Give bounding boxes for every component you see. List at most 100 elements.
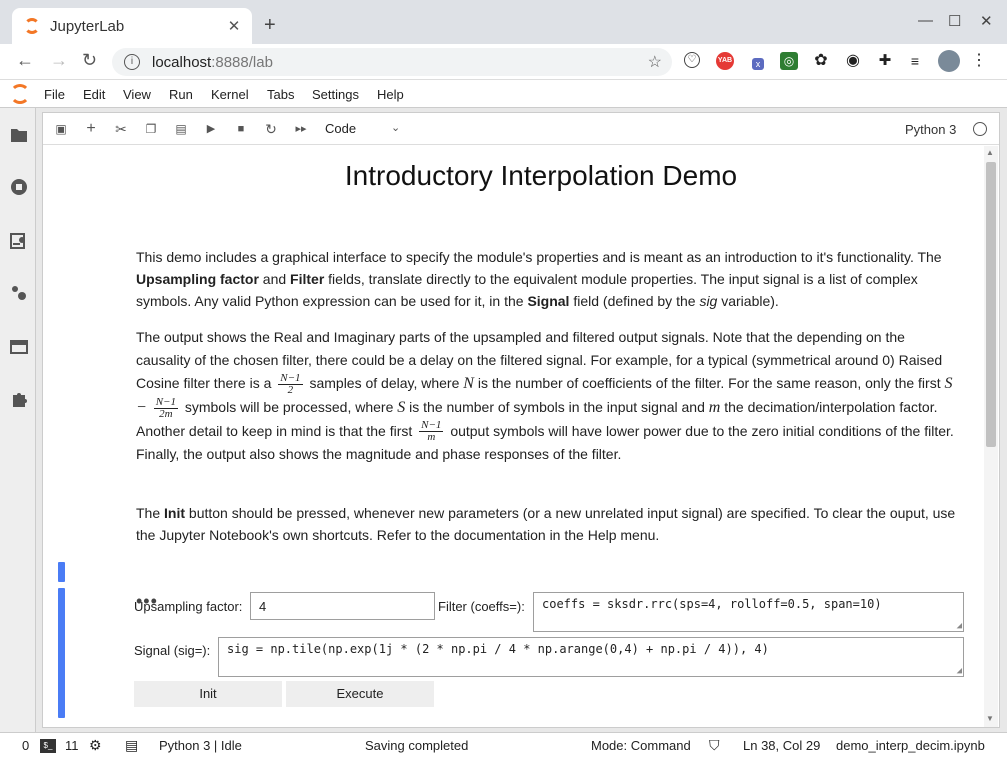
- p3-bold-init: Init: [164, 505, 186, 521]
- chrome-menu-icon[interactable]: ⋮: [970, 52, 988, 70]
- notebook-panel: ▣ + ✂ ❐ ▤ ▶ ■ ↻ ▸▸ Code ⌄ Python 3 Intro…: [42, 112, 1000, 728]
- signal-label: Signal (sig=):: [134, 643, 211, 658]
- resize-grip-icon[interactable]: ◢: [957, 621, 962, 631]
- jupyter-favicon-icon: [24, 18, 40, 34]
- browser-toolbar: ← → ↻ i localhost:8888/lab ☆ ♡ YAB x ◎ ✿…: [0, 44, 1007, 80]
- terminals-count[interactable]: 0: [22, 738, 29, 753]
- kernel-chip-icon[interactable]: ⚙: [89, 737, 102, 754]
- running-kernels-icon[interactable]: [10, 178, 28, 196]
- filter-value: coeffs = sksdr.rrc(sps=4, rolloff=0.5, s…: [542, 597, 882, 611]
- p1-bold-signal: Signal: [527, 293, 570, 309]
- file-name[interactable]: demo_interp_decim.ipynb: [836, 738, 985, 753]
- signal-textarea[interactable]: sig = np.tile(np.exp(1j * (2 * np.pi / 4…: [218, 637, 964, 677]
- scrollbar-thumb[interactable]: [986, 162, 996, 447]
- log-console-icon[interactable]: ▤: [125, 737, 138, 754]
- restart-icon[interactable]: ↻: [263, 121, 279, 137]
- p1-italic-sig: sig: [699, 293, 718, 309]
- trusted-shield-icon[interactable]: ⛉: [709, 737, 720, 754]
- reload-icon[interactable]: ↻: [82, 50, 97, 71]
- insert-cell-icon[interactable]: +: [83, 121, 99, 137]
- resize-grip-icon[interactable]: ◢: [957, 666, 962, 676]
- run-all-icon[interactable]: ▸▸: [293, 121, 309, 137]
- address-bar[interactable]: i localhost:8888/lab ☆: [112, 48, 672, 76]
- p2-text-e: is the number of symbols in the input si…: [409, 398, 705, 415]
- cut-icon[interactable]: ✂: [113, 121, 129, 137]
- extension-x-icon[interactable]: x: [752, 58, 764, 70]
- menu-settings[interactable]: Settings: [312, 87, 359, 102]
- cell-collapser[interactable]: [58, 562, 65, 582]
- tab-title: JupyterLab: [50, 17, 125, 35]
- extension-lightbulb-icon[interactable]: ♡: [684, 52, 700, 68]
- menu-file[interactable]: File: [44, 87, 65, 102]
- notebook-mode: Mode: Command: [591, 738, 691, 753]
- menu-view[interactable]: View: [123, 87, 151, 102]
- menu-run[interactable]: Run: [169, 87, 193, 102]
- notebook-scrollbar[interactable]: ▲ ▼: [984, 146, 998, 727]
- new-tab-icon[interactable]: +: [264, 14, 276, 37]
- save-icon[interactable]: ▣: [53, 121, 69, 137]
- extensions-puzzle-icon[interactable]: ✚: [876, 52, 894, 70]
- media-queue-icon[interactable]: ≡: [906, 52, 924, 70]
- menu-kernel[interactable]: Kernel: [211, 87, 249, 102]
- p2-text-d: symbols will be processed, where: [184, 398, 394, 415]
- extension-manager-icon[interactable]: [10, 390, 28, 408]
- property-inspector-icon[interactable]: [10, 284, 28, 302]
- kernel-status-icon: [973, 122, 987, 136]
- run-icon[interactable]: ▶: [203, 121, 219, 137]
- p3-text-a: The: [136, 505, 165, 521]
- left-sidebar: [0, 108, 36, 732]
- markdown-paragraph-2: The output shows the Real and Imaginary …: [136, 326, 956, 466]
- extension-yab-icon[interactable]: YAB: [716, 52, 734, 70]
- browser-tab[interactable]: JupyterLab ✕: [12, 8, 252, 44]
- markdown-paragraph-3: The Init button should be pressed, whene…: [136, 502, 956, 546]
- p1-bold-filter: Filter: [290, 271, 325, 287]
- cell-type-select[interactable]: Code ⌄: [325, 121, 400, 136]
- maximize-icon[interactable]: ☐: [948, 12, 961, 30]
- kernel-status[interactable]: Python 3 | Idle: [159, 738, 242, 753]
- p2-text-h: Finally, the output also shows the magni…: [136, 446, 622, 463]
- menu-help[interactable]: Help: [377, 87, 404, 102]
- stop-icon[interactable]: ■: [233, 121, 249, 137]
- jupyter-logo-icon: [10, 84, 30, 104]
- upsampling-input[interactable]: 4: [250, 592, 435, 620]
- extension-paw-icon[interactable]: ✿: [812, 52, 830, 70]
- site-info-icon[interactable]: i: [124, 54, 140, 70]
- menu-edit[interactable]: Edit: [83, 87, 105, 102]
- signal-value: sig = np.tile(np.exp(1j * (2 * np.pi / 4…: [227, 642, 769, 656]
- terminal-icon[interactable]: $_: [40, 739, 56, 753]
- p1-text-f: variable).: [717, 293, 779, 309]
- scroll-up-icon[interactable]: ▲: [986, 148, 994, 157]
- cursor-position[interactable]: Ln 38, Col 29: [743, 738, 820, 753]
- menu-tabs[interactable]: Tabs: [267, 87, 294, 102]
- notebook-title: Introductory Interpolation Demo: [344, 160, 738, 191]
- forward-icon[interactable]: →: [50, 50, 68, 71]
- command-palette-icon[interactable]: [10, 232, 28, 250]
- upsampling-label: Upsampling factor:: [134, 599, 243, 614]
- output-collapser[interactable]: [58, 588, 65, 718]
- execute-button[interactable]: Execute: [286, 681, 434, 707]
- cell-type-value: Code: [325, 121, 357, 136]
- minimize-icon[interactable]: —: [918, 12, 933, 29]
- paste-icon[interactable]: ▤: [173, 121, 189, 137]
- kernels-count[interactable]: 11: [65, 738, 79, 753]
- p1-text-c: and: [258, 271, 291, 287]
- kernel-name[interactable]: Python 3: [905, 122, 956, 137]
- fraction-n-1-over-2: N−1 2: [278, 371, 303, 396]
- p1-text-e: field (defined by the: [569, 293, 700, 309]
- folder-icon[interactable]: [10, 126, 28, 144]
- copy-icon[interactable]: ❐: [143, 121, 159, 137]
- back-icon[interactable]: ←: [16, 50, 34, 71]
- close-tab-icon[interactable]: ✕: [226, 17, 242, 35]
- init-button[interactable]: Init: [134, 681, 282, 707]
- fraction-n-1-over-2m: N−1 2m: [153, 395, 178, 420]
- close-window-icon[interactable]: ✕: [980, 12, 993, 30]
- extension-green-icon[interactable]: ◎: [780, 52, 798, 70]
- filter-textarea[interactable]: coeffs = sksdr.rrc(sps=4, rolloff=0.5, s…: [533, 592, 964, 632]
- bookmark-star-icon[interactable]: ☆: [648, 52, 662, 72]
- math-m: m: [708, 398, 721, 416]
- p1-bold-upsampling: Upsampling factor: [136, 271, 259, 287]
- profile-avatar[interactable]: [938, 50, 960, 72]
- extension-circle-icon[interactable]: ◉: [844, 52, 862, 70]
- scroll-down-icon[interactable]: ▼: [986, 714, 994, 723]
- tabs-panel-icon[interactable]: [10, 338, 28, 356]
